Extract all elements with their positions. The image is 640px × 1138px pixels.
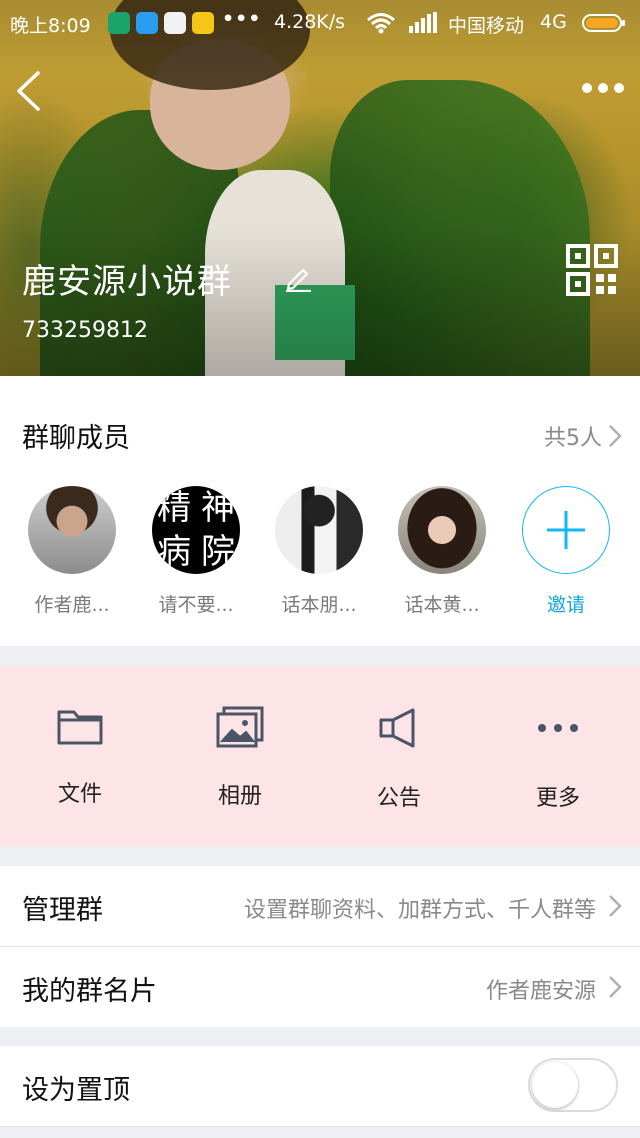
chevron-right-icon xyxy=(609,425,622,447)
wifi-icon xyxy=(367,13,395,34)
manage-group-row[interactable]: 管理群 设置群聊资料、加群方式、千人群等 xyxy=(0,866,640,946)
more-icon[interactable] xyxy=(580,78,626,98)
status-bar: 晚上8:09 ••• 4.28K/s 中国移动 4G xyxy=(0,0,640,46)
member-avatar xyxy=(28,486,116,574)
toggle-knob xyxy=(532,1062,578,1108)
group-card-row[interactable]: 我的群名片 作者鹿安源 xyxy=(0,947,640,1027)
plus-icon xyxy=(547,511,585,549)
shortcut-more[interactable]: 更多 xyxy=(498,706,618,812)
member-name: 作者鹿... xyxy=(34,594,110,616)
shortcut-label: 公告 xyxy=(376,786,421,811)
shortcut-notice[interactable]: 公告 xyxy=(339,706,459,812)
pin-top-toggle[interactable] xyxy=(528,1058,618,1112)
shortcut-label: 文件 xyxy=(57,782,102,807)
shortcut-label: 更多 xyxy=(535,786,580,811)
member-item[interactable]: 话本朋... xyxy=(264,486,374,617)
group-card-value: 作者鹿安源 xyxy=(485,979,596,1004)
chevron-right-icon xyxy=(609,976,622,998)
shortcut-files[interactable]: 文件 xyxy=(20,706,140,808)
shortcut-panel: 文件 相册 公告 更多 xyxy=(0,666,640,846)
manage-group-value: 设置群聊资料、加群方式、千人群等 xyxy=(243,898,596,923)
carrier-name: 中国移动 xyxy=(448,15,525,37)
shortcut-album[interactable]: 相册 xyxy=(180,706,300,810)
member-item[interactable]: 精 神 病 院 请不要... xyxy=(141,486,251,617)
member-avatar xyxy=(275,486,363,574)
album-icon xyxy=(216,706,264,748)
play-app-icon xyxy=(164,12,186,34)
back-icon[interactable] xyxy=(14,70,44,112)
app-icon xyxy=(136,12,158,34)
invite-label: 邀请 xyxy=(546,594,585,616)
manage-group-label: 管理群 xyxy=(22,895,103,926)
signal-icon xyxy=(409,12,437,33)
status-more-dots: ••• xyxy=(222,8,262,30)
qr-code-icon[interactable] xyxy=(566,244,618,296)
avatar-glyph: 精 xyxy=(157,488,191,528)
battery-icon xyxy=(582,14,625,32)
pin-top-row: 设为置顶 xyxy=(0,1046,640,1126)
member-name: 话本朋... xyxy=(281,594,357,616)
status-time: 晚上8:09 xyxy=(10,15,91,37)
status-app-icons xyxy=(108,12,214,34)
more-icon xyxy=(538,724,578,732)
member-name: 请不要... xyxy=(158,594,234,616)
members-count-link[interactable]: 共5人 xyxy=(544,420,622,452)
group-id: 733259812 xyxy=(22,318,148,343)
edit-icon[interactable] xyxy=(283,262,313,292)
members-count: 共5人 xyxy=(544,426,602,451)
invite-avatar xyxy=(522,486,610,574)
invite-button[interactable]: 邀请 xyxy=(511,486,621,617)
member-name: 话本黄... xyxy=(404,594,480,616)
member-avatar: 精 神 病 院 xyxy=(152,486,240,574)
pin-top-label: 设为置顶 xyxy=(22,1075,130,1106)
members-title: 群聊成员 xyxy=(22,423,130,454)
group-name: 鹿安源小说群 xyxy=(22,262,232,302)
shortcut-label: 相册 xyxy=(217,784,262,809)
folder-icon xyxy=(57,710,103,745)
chevron-right-icon xyxy=(609,895,622,917)
shield-app-icon xyxy=(108,12,130,34)
member-avatar xyxy=(398,486,486,574)
member-item[interactable]: 作者鹿... xyxy=(17,486,127,617)
network-speed: 4.28K/s xyxy=(274,11,346,33)
avatar-glyph: 神 xyxy=(201,488,235,528)
divider xyxy=(0,1126,640,1127)
member-item[interactable]: 话本黄... xyxy=(387,486,497,617)
group-card-label: 我的群名片 xyxy=(22,976,157,1007)
avatar-glyph: 院 xyxy=(201,532,235,572)
app-icon xyxy=(192,12,214,34)
network-type: 4G xyxy=(540,11,567,33)
avatar-glyph: 病 xyxy=(157,532,191,572)
members-section: 群聊成员 共5人 作者鹿... 精 神 病 院 请不要... 话本朋... 话本… xyxy=(0,376,640,646)
megaphone-icon xyxy=(379,708,415,748)
